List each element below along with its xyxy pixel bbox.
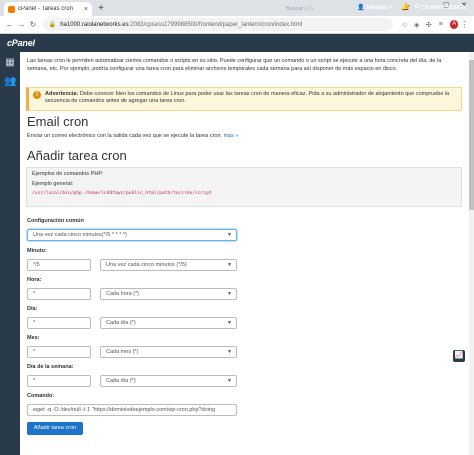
reload-icon[interactable]: ↻ [27, 20, 39, 29]
chevron-down-icon: ▼ [227, 320, 232, 326]
email-subtext-body: Enviar un correo electrónico con la sali… [27, 133, 223, 139]
search-icon: ⚲ [341, 6, 346, 13]
sidebar: ▦ 👥 [0, 52, 20, 455]
url-host: ha1000.raiolanetworks.es [60, 21, 129, 28]
forward-icon[interactable]: → [16, 20, 28, 29]
add-cron-button[interactable]: Añadir tarea cron [27, 422, 83, 435]
new-tab-button[interactable]: + [95, 2, 107, 16]
example-code: /usr/local/bin/php /home/lc44fqwz/public… [32, 191, 212, 196]
chevron-down-icon: ▼ [227, 349, 232, 355]
hour-select-value: Cada hora (*) [106, 291, 140, 297]
extension-icon[interactable]: ◈ [411, 21, 423, 29]
month-input[interactable]: * [27, 346, 91, 358]
day-select-value: Cada día (*) [106, 320, 136, 326]
bell-icon[interactable]: 🔔 [401, 3, 410, 11]
back-icon[interactable]: ← [4, 20, 16, 29]
username-label: bkkfqwz [366, 4, 389, 11]
logout-icon: ⏻ [415, 4, 420, 10]
month-select[interactable]: Cada mes (*) ▼ [100, 346, 237, 358]
chevron-down-icon: ▼ [227, 378, 232, 384]
email-cron-subtext: Enviar un correo electrónico con la sali… [27, 133, 239, 139]
day-select[interactable]: Cada día (*) ▼ [100, 317, 237, 329]
search-input[interactable]: Buscar ( / ) ⚲ [286, 4, 346, 14]
minute-select[interactable]: Una vez cada cinco minutos (*/5) ▼ [100, 259, 237, 271]
search-placeholder: Buscar ( / ) [286, 6, 313, 12]
tab-title: cPanel - Tareas cron [18, 6, 73, 12]
chart-line-icon[interactable]: 📈 [453, 350, 465, 362]
general-example-label: Ejemplo general: [32, 181, 74, 187]
warning-text: Debe conocer bien los comandos de Linux … [45, 91, 450, 105]
weekday-select[interactable]: Cada día (*) ▼ [100, 375, 237, 387]
reading-list-icon[interactable]: ≡ [435, 21, 447, 29]
weekday-select-value: Cada día (*) [106, 378, 136, 384]
chevron-down-icon: ▼ [227, 262, 232, 268]
minute-label: Minuto: [27, 248, 47, 254]
users-icon[interactable]: 👥 [4, 76, 16, 87]
common-settings-label: Configuración común [27, 218, 84, 224]
common-settings-select[interactable]: Una vez cada cinco minutos(*/5 * * * *) … [27, 229, 237, 241]
weekday-input[interactable]: * [27, 375, 91, 387]
url-input[interactable]: 🔒 ha1000.raiolanetworks.es :2083/cpsess1… [42, 18, 393, 31]
scrollbar-thumb[interactable] [469, 60, 474, 210]
cpanel-header: cPanel [0, 34, 474, 52]
logout-button[interactable]: ⏻ CERRAR SESIÓN [415, 4, 466, 11]
cpanel-logo[interactable]: cPanel [0, 38, 48, 48]
address-bar: ← → ↻ 🔒 ha1000.raiolanetworks.es :2083/c… [0, 16, 474, 34]
weekday-label: Día de la semana: [27, 364, 74, 370]
user-icon: 👤 [357, 5, 365, 11]
command-label: Comando: [27, 393, 55, 399]
cpanel-favicon-icon [8, 5, 15, 13]
browser-tab[interactable]: cPanel - Tareas cron × [4, 2, 92, 16]
main-content: Las tareas cron le permiten automatizar … [20, 52, 474, 455]
minute-input[interactable]: */5 [27, 259, 91, 271]
command-input[interactable]: wget -q -O /dev/null -t 1 "https://domin… [27, 404, 237, 416]
warning-icon: ! [33, 91, 41, 99]
common-settings-value: Una vez cada cinco minutos(*/5 * * * *) [33, 232, 127, 238]
month-select-value: Cada mes (*) [106, 349, 139, 355]
profile-avatar[interactable]: A [449, 20, 459, 29]
hour-input[interactable]: * [27, 288, 91, 300]
intro-text-body: Las tareas cron le permiten automatizar … [27, 58, 442, 72]
hour-select[interactable]: Cada hora (*) ▼ [100, 288, 237, 300]
more-link[interactable]: más » [224, 133, 239, 139]
chevron-down-icon: ▼ [227, 232, 232, 238]
email-cron-heading: Email cron [27, 114, 89, 129]
day-input[interactable]: * [27, 317, 91, 329]
tab-close-icon[interactable]: × [84, 6, 88, 13]
user-menu[interactable]: 👤 bkkfqwz ▾ [357, 4, 393, 12]
examples-label: Ejemplos de comandos PHP: [32, 171, 104, 177]
url-path: :2083/cpsess1799988500/frontend/paper_la… [128, 21, 303, 28]
star-icon[interactable]: ☆ [399, 21, 411, 29]
extension-icons: ☆ ◈ ✣ ≡ [399, 21, 447, 29]
chevron-down-icon: ▼ [227, 291, 232, 297]
lock-icon: 🔒 [48, 22, 57, 28]
add-cron-heading: Añadir tarea cron [27, 148, 127, 163]
puzzle-icon[interactable]: ✣ [423, 21, 435, 29]
menu-kebab-icon[interactable]: ⋮ [458, 20, 470, 29]
php-examples-box: Ejemplos de comandos PHP: Ejemplo genera… [26, 167, 462, 207]
day-label: Día: [27, 306, 38, 312]
logout-label: CERRAR SESIÓN [421, 4, 466, 11]
chevron-down-icon: ▾ [390, 4, 393, 11]
grid-icon[interactable]: ▦ [4, 57, 16, 68]
warning-alert: ! Advertencia: Debe conocer bien los com… [26, 87, 462, 111]
minute-select-value: Una vez cada cinco minutos (*/5) [106, 262, 187, 268]
month-label: Mes: [27, 335, 40, 341]
hour-label: Hora: [27, 277, 42, 283]
intro-text: Las tareas cron le permiten automatizar … [27, 58, 462, 73]
warning-label: Advertencia: [45, 91, 79, 97]
